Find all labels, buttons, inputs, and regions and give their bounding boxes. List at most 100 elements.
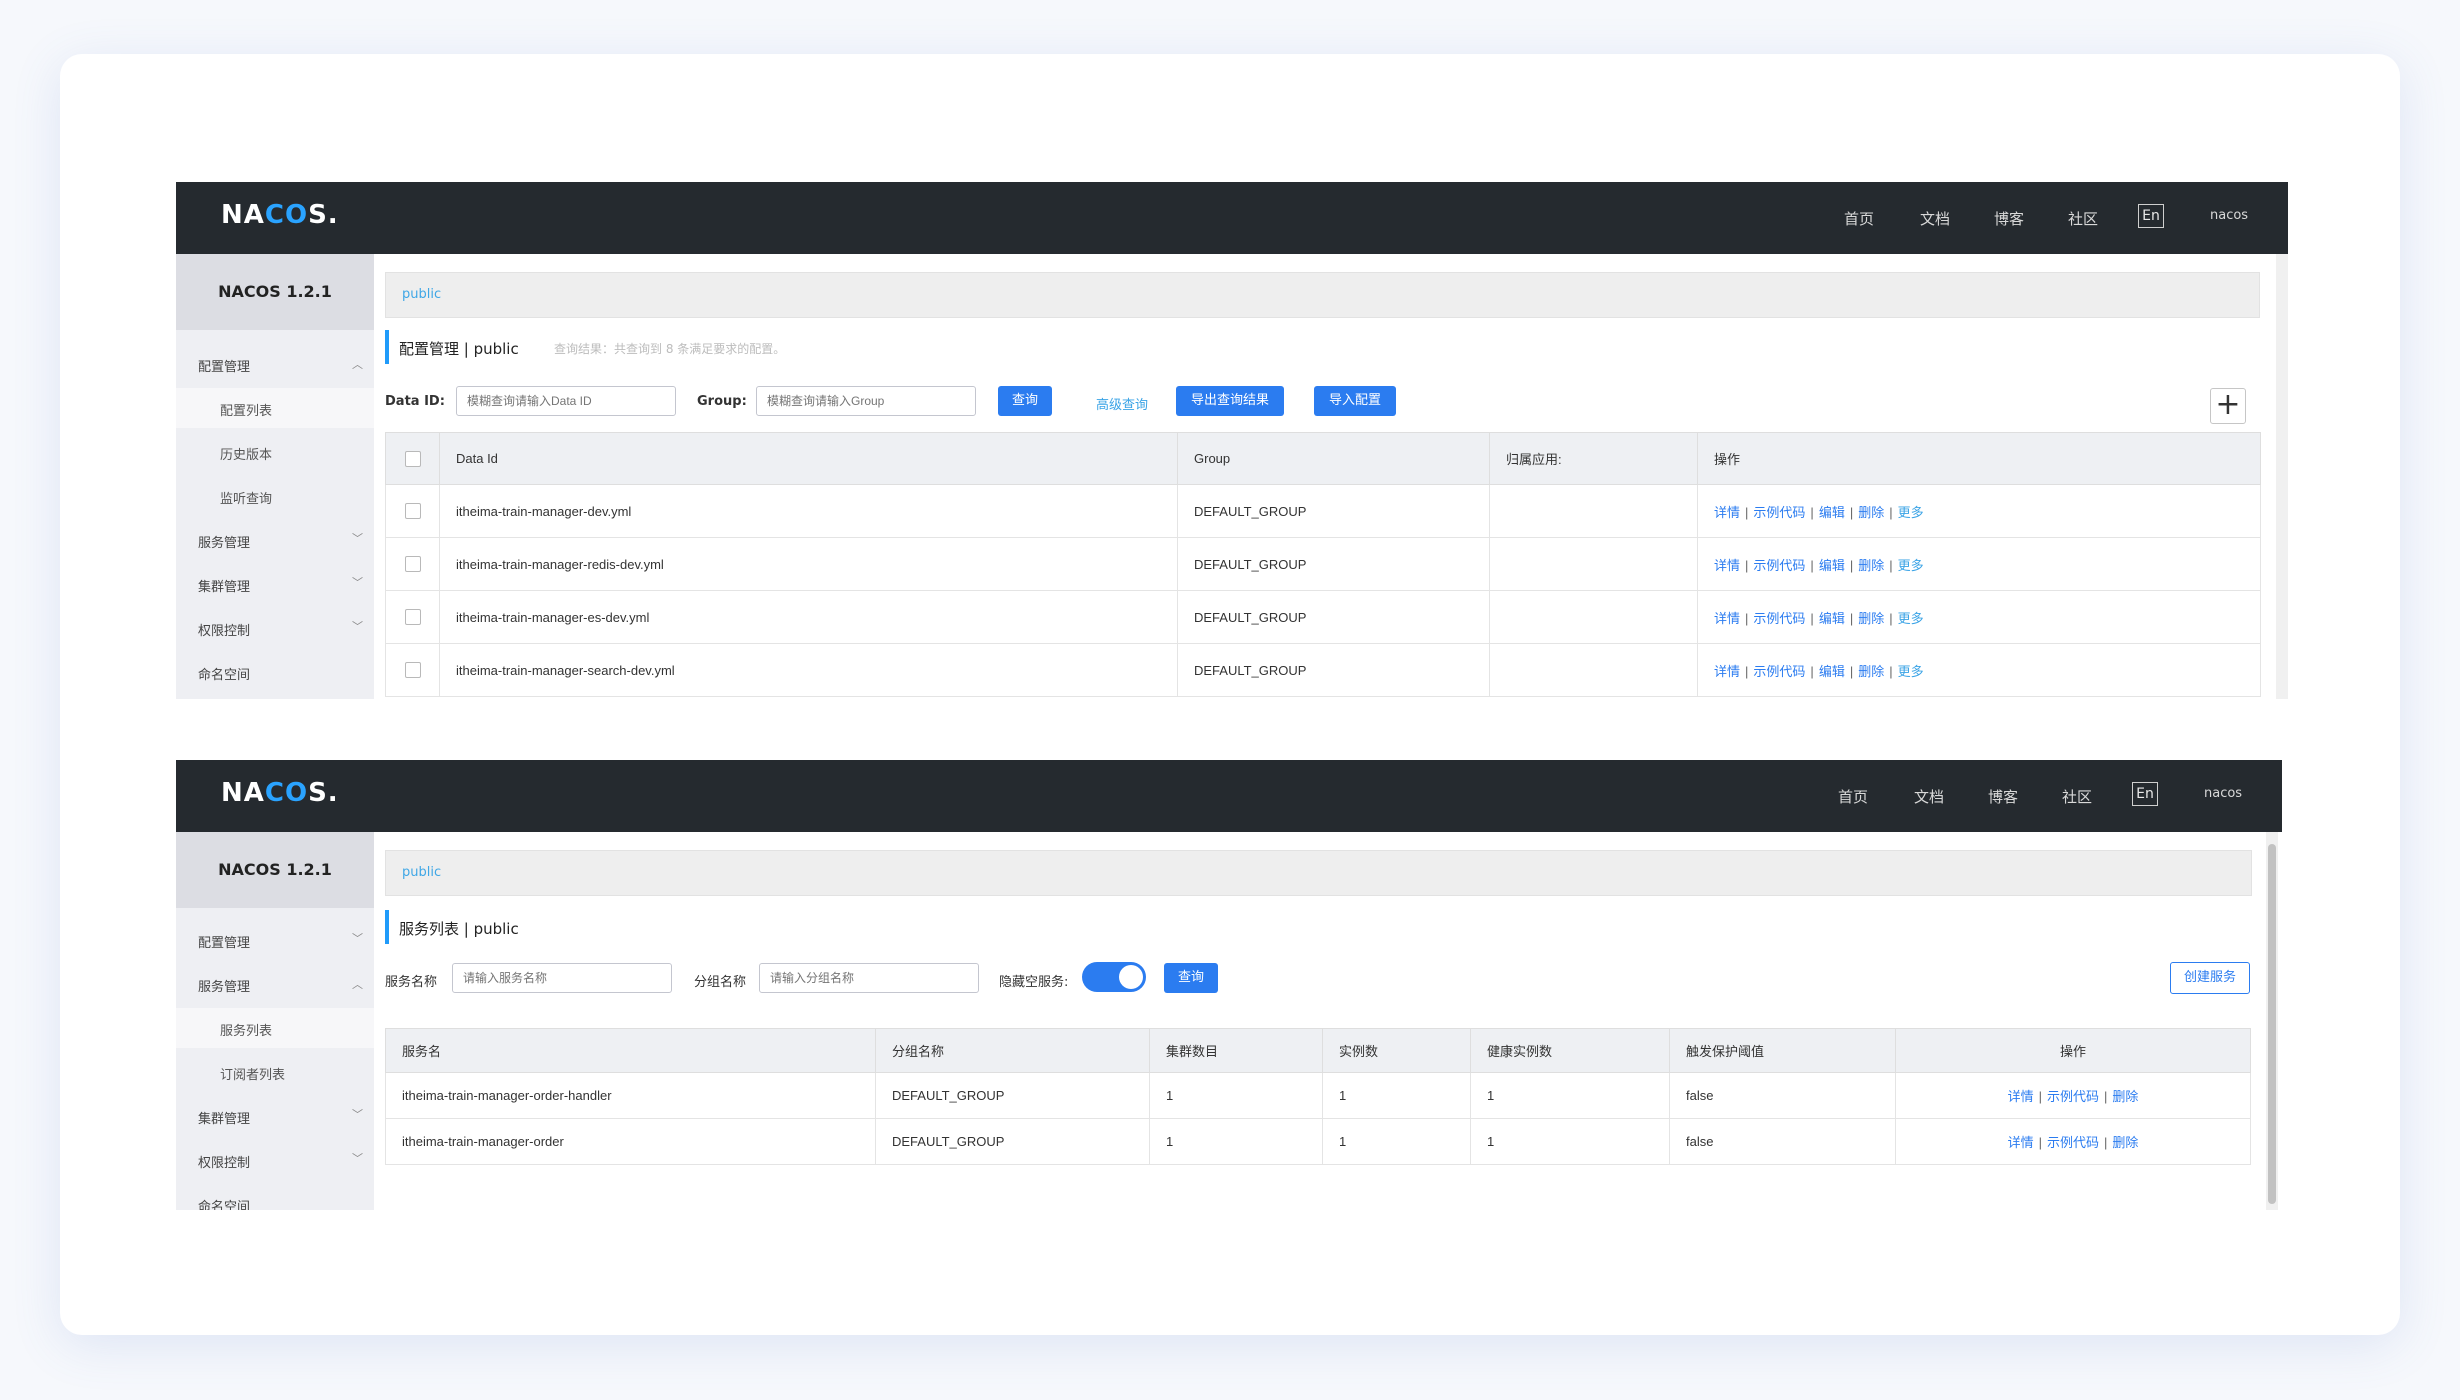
- cell-group: DEFAULT_GROUP: [1177, 484, 1490, 538]
- vertical-scrollbar[interactable]: [2276, 254, 2288, 699]
- sidebar-item-namespace[interactable]: 命名空间: [198, 1196, 250, 1210]
- breadcrumb-namespace[interactable]: public: [402, 287, 441, 302]
- cell-app: [1489, 484, 1698, 538]
- op-more-link[interactable]: 更多: [1898, 664, 1924, 679]
- column-header-dataid: Data Id: [439, 432, 1178, 485]
- op-detail-link[interactable]: 详情: [1714, 558, 1740, 573]
- sidebar-item-config-management[interactable]: 配置管理: [198, 356, 250, 375]
- nav-home[interactable]: 首页: [1844, 208, 1874, 229]
- nav-blog[interactable]: 博客: [1994, 208, 2024, 229]
- column-header-ops: 操作: [1895, 1028, 2251, 1073]
- op-detail-link[interactable]: 详情: [2008, 1089, 2034, 1104]
- op-detail-link[interactable]: 详情: [1714, 664, 1740, 679]
- create-service-button[interactable]: 创建服务: [2170, 962, 2250, 994]
- nacos-logo[interactable]: NACOS.: [221, 778, 339, 808]
- cell-dataid: itheima-train-manager-search-dev.yml: [439, 643, 1178, 697]
- op-edit-link[interactable]: 编辑: [1819, 558, 1845, 573]
- sidebar-item-service-management[interactable]: 服务管理: [198, 532, 250, 551]
- op-detail-link[interactable]: 详情: [1714, 611, 1740, 626]
- service-name-input[interactable]: [452, 963, 672, 993]
- op-sample-code-link[interactable]: 示例代码: [2047, 1089, 2099, 1104]
- cell-app: [1489, 537, 1698, 591]
- table-row: itheima-train-manager-order-handler DEFA…: [385, 1072, 2251, 1119]
- op-detail-link[interactable]: 详情: [2008, 1135, 2034, 1150]
- sidebar-item-permission-control[interactable]: 权限控制: [198, 1152, 250, 1171]
- nav-docs[interactable]: 文档: [1914, 786, 1944, 807]
- export-results-button[interactable]: 导出查询结果: [1176, 386, 1284, 416]
- group-name-input[interactable]: [759, 963, 979, 993]
- sidebar-item-cluster-management[interactable]: 集群管理: [198, 576, 250, 595]
- dataid-input[interactable]: [456, 386, 676, 416]
- cell-instance-count: 1: [1322, 1072, 1471, 1119]
- nav-blog[interactable]: 博客: [1988, 786, 2018, 807]
- nav-home[interactable]: 首页: [1838, 786, 1868, 807]
- table-row: itheima-train-manager-redis-dev.yml DEFA…: [385, 537, 2261, 591]
- cell-cluster-count: 1: [1149, 1072, 1323, 1119]
- cell-ops: 详情 | 示例代码 | 编辑 | 删除 | 更多: [1697, 484, 2261, 538]
- hide-empty-label: 隐藏空服务:: [999, 975, 1069, 990]
- op-edit-link[interactable]: 编辑: [1819, 611, 1845, 626]
- sidebar-item-config-management[interactable]: 配置管理: [198, 932, 250, 951]
- op-more-link[interactable]: 更多: [1898, 505, 1924, 520]
- nav-community[interactable]: 社区: [2068, 208, 2098, 229]
- op-delete-link[interactable]: 删除: [2112, 1135, 2138, 1150]
- op-delete-link[interactable]: 删除: [1858, 664, 1884, 679]
- query-button[interactable]: 查询: [1164, 963, 1218, 993]
- row-checkbox[interactable]: [405, 662, 421, 679]
- cell-instance-count: 1: [1322, 1118, 1471, 1165]
- group-input[interactable]: [756, 386, 976, 416]
- cell-dataid: itheima-train-manager-dev.yml: [439, 484, 1178, 538]
- user-menu[interactable]: nacos: [2204, 786, 2242, 801]
- language-switch[interactable]: En: [2132, 782, 2158, 806]
- op-sample-code-link[interactable]: 示例代码: [2047, 1135, 2099, 1150]
- sidebar-item-cluster-management[interactable]: 集群管理: [198, 1108, 250, 1127]
- op-edit-link[interactable]: 编辑: [1819, 664, 1845, 679]
- chevron-down-icon: ﹀: [352, 1152, 363, 1165]
- sidebar-item-history[interactable]: 历史版本: [220, 444, 272, 463]
- op-sample-code-link[interactable]: 示例代码: [1753, 558, 1805, 573]
- nacos-logo[interactable]: NACOS.: [221, 200, 339, 230]
- add-config-button[interactable]: +: [2210, 388, 2246, 424]
- sidebar-item-config-list[interactable]: 配置列表: [176, 388, 374, 428]
- cell-ops: 详情 | 示例代码 | 删除: [1895, 1072, 2251, 1119]
- select-all-checkbox[interactable]: [405, 450, 421, 467]
- chevron-up-icon: ︿: [352, 358, 363, 371]
- op-sample-code-link[interactable]: 示例代码: [1753, 611, 1805, 626]
- group-label: Group:: [697, 394, 747, 409]
- hide-empty-toggle[interactable]: [1082, 962, 1146, 992]
- vertical-scrollbar[interactable]: [2266, 832, 2278, 1210]
- op-more-link[interactable]: 更多: [1898, 611, 1924, 626]
- import-config-button[interactable]: 导入配置: [1314, 386, 1396, 416]
- op-delete-link[interactable]: 删除: [1858, 505, 1884, 520]
- sidebar-item-namespace[interactable]: 命名空间: [198, 664, 250, 683]
- op-delete-link[interactable]: 删除: [1858, 611, 1884, 626]
- row-checkbox[interactable]: [405, 503, 421, 520]
- language-switch[interactable]: En: [2138, 204, 2164, 228]
- sidebar: NACOS 1.2.1 配置管理 ︿ 配置列表 历史版本 监听查询 服务管理 ﹀…: [176, 254, 374, 699]
- advanced-query-link[interactable]: 高级查询: [1096, 394, 1148, 413]
- scrollbar-thumb[interactable]: [2268, 844, 2276, 1204]
- nav-docs[interactable]: 文档: [1920, 208, 1950, 229]
- op-edit-link[interactable]: 编辑: [1819, 505, 1845, 520]
- query-button[interactable]: 查询: [998, 386, 1052, 416]
- op-sample-code-link[interactable]: 示例代码: [1753, 505, 1805, 520]
- row-checkbox[interactable]: [405, 556, 421, 573]
- chevron-down-icon: ﹀: [352, 620, 363, 633]
- sidebar-item-listener-query[interactable]: 监听查询: [220, 488, 272, 507]
- sidebar-item-service-list[interactable]: 服务列表: [176, 1008, 374, 1048]
- user-menu[interactable]: nacos: [2210, 208, 2248, 223]
- nav-community[interactable]: 社区: [2062, 786, 2092, 807]
- breadcrumb-namespace[interactable]: public: [402, 865, 441, 880]
- sidebar-item-permission-control[interactable]: 权限控制: [198, 620, 250, 639]
- op-more-link[interactable]: 更多: [1898, 558, 1924, 573]
- op-delete-link[interactable]: 删除: [2112, 1089, 2138, 1104]
- sidebar-item-service-management[interactable]: 服务管理: [198, 976, 250, 995]
- sidebar-item-subscriber-list[interactable]: 订阅者列表: [220, 1064, 285, 1083]
- op-delete-link[interactable]: 删除: [1858, 558, 1884, 573]
- op-sample-code-link[interactable]: 示例代码: [1753, 664, 1805, 679]
- cell-ops: 详情 | 示例代码 | 编辑 | 删除 | 更多: [1697, 537, 2261, 591]
- column-header-cluster-count: 集群数目: [1149, 1028, 1323, 1073]
- op-detail-link[interactable]: 详情: [1714, 505, 1740, 520]
- column-header-service-name: 服务名: [385, 1028, 876, 1073]
- row-checkbox[interactable]: [405, 609, 421, 626]
